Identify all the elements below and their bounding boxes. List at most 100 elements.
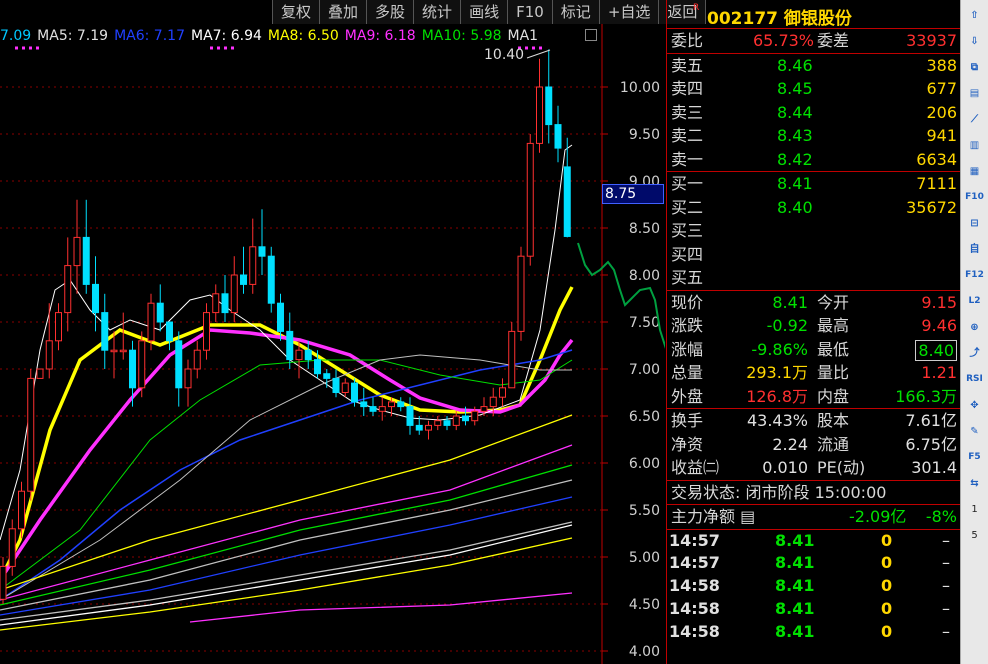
tick-row[interactable]: 14:57 8.41 0 –	[667, 530, 960, 553]
ask-row[interactable]: 卖三 8.44 206	[667, 101, 960, 125]
candle[interactable]	[0, 557, 7, 604]
candle[interactable]	[369, 397, 377, 416]
switch-icon[interactable]: ⇆	[964, 474, 985, 493]
toolbar-button-1[interactable]: 叠加	[320, 0, 368, 24]
fundamental-row[interactable]: 换手 43.43% 股本 7.61亿	[667, 409, 960, 433]
toolbar-button-0[interactable]: 复权	[273, 0, 321, 24]
level2-icon[interactable]: L2	[964, 292, 985, 311]
arrow-up-icon[interactable]: ⇧	[964, 6, 985, 25]
candle[interactable]	[545, 49, 553, 144]
candle[interactable]	[212, 284, 220, 322]
candle[interactable]	[55, 303, 62, 351]
candle[interactable]	[175, 331, 183, 407]
kline-chart[interactable]: 10.009.509.008.508.007.507.006.506.005.5…	[0, 0, 665, 664]
bid-row[interactable]: 买二 8.40 35672	[667, 196, 960, 220]
page-one-label[interactable]: 1	[964, 500, 985, 519]
ask-row[interactable]: 卖一 8.42 6634	[667, 148, 960, 172]
candle[interactable]	[240, 246, 247, 294]
main-force-label[interactable]: 主力净额 ▤	[671, 505, 755, 529]
candle[interactable]	[156, 284, 164, 332]
ask-row[interactable]: 卖四 8.45 677	[667, 77, 960, 101]
candle[interactable]	[452, 411, 460, 431]
kline-chart-icon[interactable]: ▤	[964, 84, 985, 103]
candle[interactable]	[36, 368, 44, 379]
ask-row[interactable]: 卖五 8.46 388	[667, 54, 960, 78]
toolbar-button-3[interactable]: 统计	[414, 0, 462, 24]
toolbar-button-7[interactable]: +自选	[599, 0, 660, 24]
info-icon[interactable]: ⊟	[964, 214, 985, 233]
candle-icon[interactable]: ▥	[964, 136, 985, 155]
pen-icon[interactable]: ✎	[964, 422, 985, 441]
candle[interactable]	[443, 416, 451, 431]
candle[interactable]	[378, 397, 386, 421]
candle[interactable]	[332, 369, 340, 398]
trend-line-icon[interactable]: ⟋	[964, 110, 985, 129]
candle[interactable]	[554, 105, 562, 163]
multi-window-icon[interactable]: ▦	[964, 162, 985, 181]
candle[interactable]	[286, 312, 294, 369]
candle[interactable]	[517, 246, 525, 341]
candle[interactable]	[27, 369, 35, 501]
tick-row[interactable]: 14:58 8.41 0 –	[667, 598, 960, 621]
candle[interactable]	[258, 209, 266, 275]
minute-chart-icon[interactable]: ⧉	[964, 58, 985, 77]
candle[interactable]	[82, 199, 90, 294]
candle[interactable]	[64, 237, 72, 332]
toolbar-button-4[interactable]: 画线	[461, 0, 509, 24]
candle[interactable]	[138, 331, 146, 398]
f12-icon[interactable]: F12	[964, 266, 985, 285]
f5-icon[interactable]: F5	[964, 448, 985, 467]
candle[interactable]	[304, 340, 312, 369]
candle[interactable]	[526, 134, 534, 266]
candle[interactable]	[203, 303, 210, 360]
quote-row[interactable]: 总量 293.1万 量比 1.21	[667, 361, 960, 385]
refresh-icon[interactable]: ⊕	[964, 318, 985, 337]
trend-icon[interactable]: ⤴	[964, 344, 985, 363]
candle[interactable]	[499, 378, 506, 407]
tick-row[interactable]: 14:57 8.41 0 –	[667, 552, 960, 575]
bid-row[interactable]: 买三	[667, 219, 960, 243]
stock-code[interactable]: 002177 御银股份	[707, 4, 852, 29]
candle[interactable]	[351, 378, 358, 407]
candle[interactable]	[101, 293, 109, 369]
candle[interactable]	[267, 246, 275, 313]
toolbar-button-5[interactable]: F10	[508, 0, 553, 24]
candle[interactable]	[434, 416, 442, 431]
candle[interactable]	[166, 321, 173, 351]
ask-row[interactable]: 卖二 8.43 941	[667, 124, 960, 148]
quote-row[interactable]: 外盘 126.8万 内盘 166.3万	[667, 385, 960, 409]
tick-row[interactable]: 14:58 8.41 0 –	[667, 621, 960, 644]
toolbar-button-6[interactable]: 标记	[552, 0, 600, 24]
bid-row[interactable]: 买一 8.41 7111	[667, 172, 960, 196]
candle[interactable]	[92, 256, 99, 332]
candle[interactable]	[536, 58, 543, 153]
move-icon[interactable]: ✥	[964, 396, 985, 415]
candle[interactable]	[73, 199, 81, 294]
tick-list[interactable]: 14:57 8.41 0 – 14:57 8.41 0 – 14:58 8.41 0 – 14:58 8.…	[667, 530, 960, 644]
candle[interactable]	[230, 256, 238, 322]
bid-row[interactable]: 买四	[667, 243, 960, 267]
candle[interactable]	[508, 322, 516, 389]
fundamental-row[interactable]: 净资 2.24 流通 6.75亿	[667, 433, 960, 457]
candle[interactable]	[221, 275, 229, 322]
quote-row[interactable]: 涨跌 -0.92 最高 9.46	[667, 314, 960, 338]
candle[interactable]	[193, 340, 201, 379]
candle[interactable]	[360, 387, 368, 416]
candle[interactable]	[341, 378, 349, 398]
candle[interactable]	[45, 303, 53, 379]
candle[interactable]	[406, 397, 414, 435]
toolbar-button-2[interactable]: 多股	[367, 0, 415, 24]
rsi-icon[interactable]: RSI	[964, 370, 985, 389]
fundamental-row[interactable]: 收益㈡ 0.010 PE(动) 301.4	[667, 456, 960, 480]
arrow-down-icon[interactable]: ⇩	[964, 32, 985, 51]
self-select-icon[interactable]: 自	[964, 240, 985, 259]
candle[interactable]	[397, 397, 405, 412]
candle[interactable]	[425, 420, 432, 440]
candle[interactable]	[249, 218, 257, 294]
candle[interactable]	[110, 331, 118, 379]
ma-settings-box[interactable]	[585, 29, 597, 41]
f10-icon[interactable]: F10	[964, 188, 985, 207]
page-five-label[interactable]: 5	[964, 526, 985, 545]
tick-row[interactable]: 14:58 8.41 0 –	[667, 575, 960, 598]
quote-row[interactable]: 现价 8.41 今开 9.15	[667, 291, 960, 315]
